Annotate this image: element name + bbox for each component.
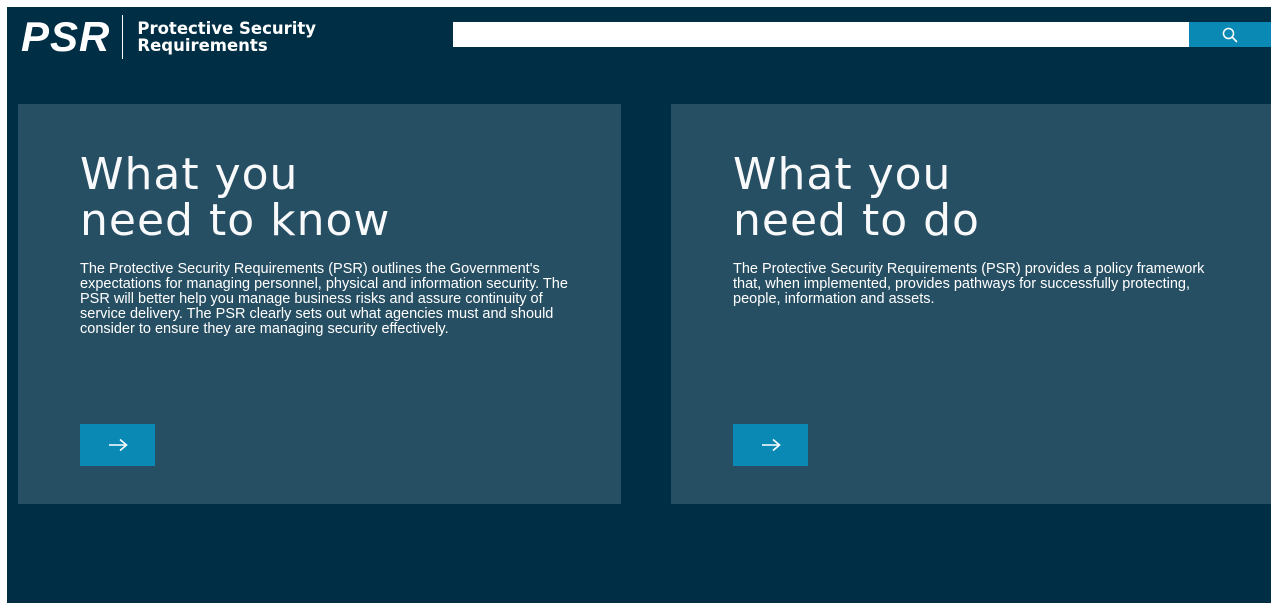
card-arrow-button[interactable] [80,424,155,466]
card-what-you-need-to-know: What you need to know The Protective Sec… [18,104,621,504]
card-title-line1: What you [80,149,299,200]
search-button[interactable] [1189,22,1271,47]
search-input[interactable] [453,22,1189,47]
card-description: The Protective Security Requirements (PS… [80,261,568,337]
card-title-line2: need to know [80,195,391,246]
logo-text-line2: Requirements [137,36,268,55]
psr-logo[interactable]: PSR Protective Security Requirements [21,13,316,61]
logo-divider [122,15,124,59]
search-icon [1222,27,1238,42]
logo-mark: PSR [21,13,111,60]
card-title-line2: need to do [733,195,980,246]
card-description: The Protective Security Requirements (PS… [733,261,1205,307]
page: PSR Protective Security Requirements Wha… [7,7,1271,603]
card-arrow-button[interactable] [733,424,808,466]
search-bar [453,22,1271,47]
card-title: What you need to know [80,152,550,244]
logo-text: Protective Security Requirements [137,20,316,54]
logo-text-line1: Protective Security [137,19,317,38]
arrow-right-icon [761,438,781,452]
arrow-right-icon [108,438,128,452]
card-what-you-need-to-do: What you need to do The Protective Secur… [671,104,1271,504]
card-title-line1: What you [733,149,952,200]
card-title: What you need to do [733,152,1203,244]
